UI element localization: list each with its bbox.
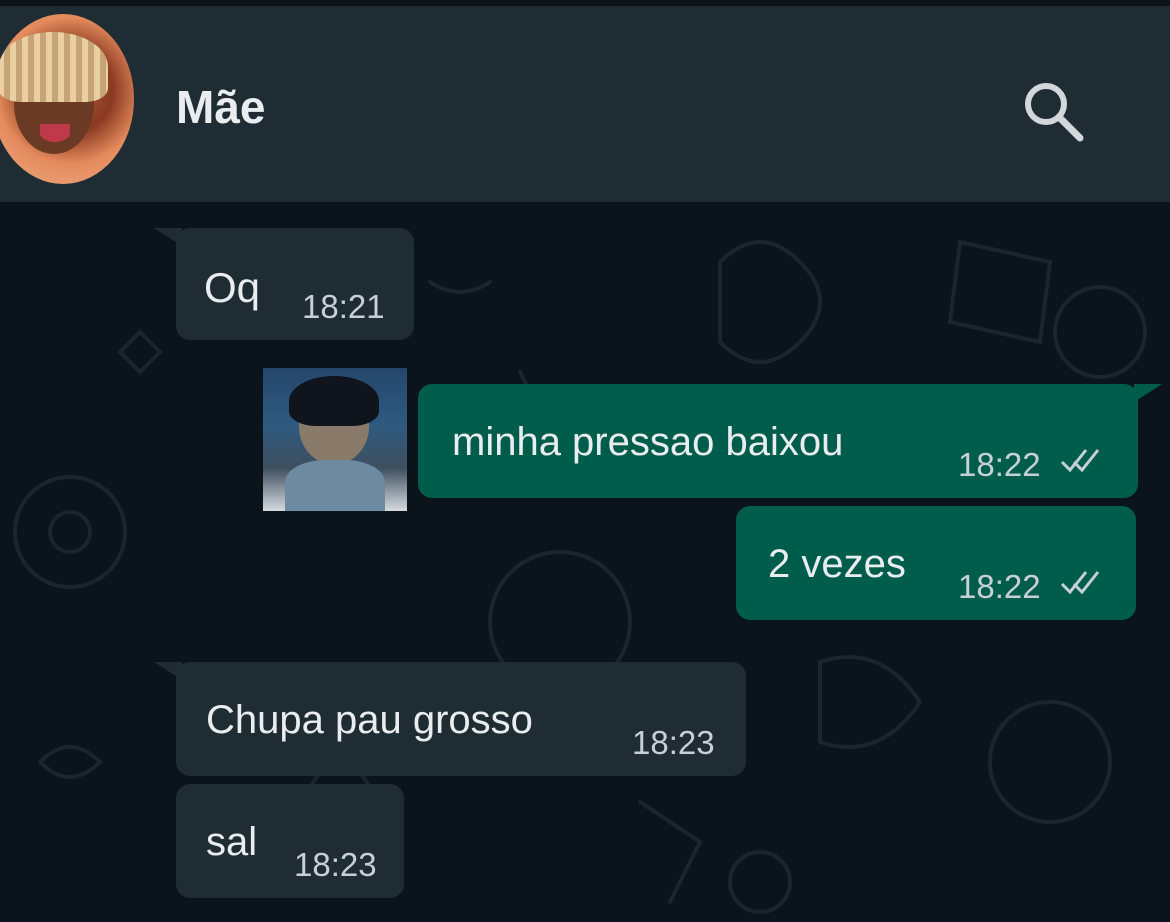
message-text: minha pressao baixou — [452, 420, 844, 464]
message-time: 18:22 — [958, 568, 1041, 605]
search-icon[interactable] — [1020, 78, 1088, 144]
double-check-icon — [1060, 571, 1100, 595]
contact-avatar[interactable] — [0, 14, 134, 184]
image-hair — [289, 376, 379, 426]
contact-name[interactable]: Mãe — [176, 80, 265, 134]
message-list[interactable]: Oq 18:21 minha pressao baixou 18:22 2 ve… — [0, 202, 1170, 922]
bubble-tail — [1134, 384, 1162, 402]
avatar-mouth — [40, 124, 70, 142]
message-time: 18:22 — [958, 446, 1041, 483]
message-bubble-incoming[interactable]: Oq 18:21 — [176, 228, 414, 340]
shared-avatar-image[interactable] — [263, 368, 407, 511]
message-bubble-incoming[interactable]: sal 18:23 — [176, 784, 404, 898]
message-time: 18:23 — [632, 724, 715, 761]
message-time: 18:23 — [294, 846, 377, 883]
avatar-hair — [0, 32, 108, 102]
image-scarf — [285, 460, 385, 511]
message-text: 2 vezes — [768, 542, 906, 586]
message-text: Chupa pau grosso — [206, 698, 533, 742]
message-bubble-outgoing[interactable]: 2 vezes 18:22 — [736, 506, 1136, 620]
message-text: sal — [206, 820, 258, 864]
message-text: Oq — [204, 264, 261, 311]
message-bubble-incoming[interactable]: Chupa pau grosso 18:23 — [176, 662, 746, 776]
chat-header[interactable]: Mãe — [0, 6, 1170, 202]
message-bubble-outgoing[interactable]: minha pressao baixou 18:22 — [418, 384, 1138, 498]
message-time: 18:21 — [302, 288, 385, 325]
double-check-icon — [1060, 449, 1100, 473]
